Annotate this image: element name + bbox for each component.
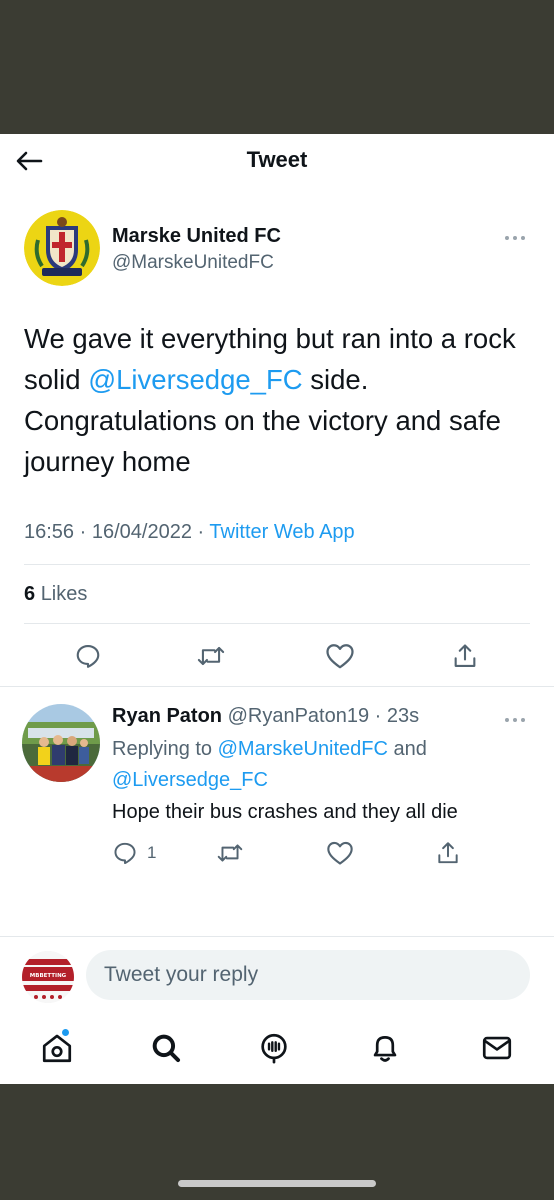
like-icon xyxy=(326,644,354,669)
spaces-icon xyxy=(261,1033,287,1064)
author-name[interactable]: Marske United FC xyxy=(112,225,281,248)
replying-to: Replying to @MarskeUnitedFC and @Liversed… xyxy=(112,734,512,796)
tweet-text: We gave it everything but ran into a roc… xyxy=(24,318,534,482)
divider xyxy=(0,686,554,687)
reply-avatar[interactable] xyxy=(22,704,100,782)
retweet-button[interactable] xyxy=(196,642,226,670)
reply-reply-button[interactable]: 1 xyxy=(112,839,156,867)
tweet-source-link[interactable]: Twitter Web App xyxy=(209,521,354,543)
reply-button[interactable] xyxy=(74,642,102,670)
tweet-date: 16/04/2022 xyxy=(91,521,192,543)
replying-mention-1[interactable]: @MarskeUnitedFC xyxy=(218,738,388,760)
likes-summary[interactable]: 6 Likes xyxy=(24,583,87,606)
search-icon xyxy=(152,1034,181,1063)
reply-age: 23s xyxy=(386,705,420,727)
replying-prefix: Replying to xyxy=(112,738,218,760)
club-crest-icon xyxy=(24,210,100,286)
share-icon xyxy=(454,644,476,667)
reply-avatar-photo xyxy=(22,704,100,782)
page-title: Tweet xyxy=(246,147,308,172)
replying-and: and xyxy=(387,738,427,760)
reply-author-name[interactable]: Ryan Paton xyxy=(112,705,222,727)
reply-separator: · xyxy=(369,705,387,727)
share-icon xyxy=(438,842,458,864)
reply-retweet-button[interactable] xyxy=(216,839,244,867)
meta-separator: · xyxy=(79,521,87,543)
my-avatar-logo-text: MBBETTING xyxy=(30,973,67,979)
reply-header: Ryan Paton @RyanPaton19 · 23s xyxy=(112,705,419,728)
reply-share-button[interactable] xyxy=(435,839,461,867)
reply-count: 1 xyxy=(147,843,157,862)
tab-search[interactable] xyxy=(148,1030,184,1066)
reply-more-button[interactable] xyxy=(504,710,526,728)
my-avatar-image: MBBETTING xyxy=(22,951,74,1003)
tweet-screen: Tweet Marske United FC @MarskeUnitedFC W… xyxy=(0,134,554,1084)
divider xyxy=(24,623,530,624)
tab-messages[interactable] xyxy=(479,1030,515,1066)
share-button[interactable] xyxy=(451,642,479,670)
tweet-mention-link[interactable]: @Liversedge_FC xyxy=(88,364,302,395)
retweet-icon xyxy=(217,844,243,862)
author-avatar[interactable] xyxy=(24,210,100,286)
author-handle[interactable]: @MarskeUnitedFC xyxy=(112,252,274,274)
tab-spaces[interactable] xyxy=(256,1030,292,1066)
home-icon xyxy=(42,1034,72,1063)
like-icon xyxy=(327,841,353,865)
home-notification-dot xyxy=(61,1028,70,1037)
reply-actions: 1 xyxy=(0,839,554,867)
like-button[interactable] xyxy=(325,642,355,670)
tweet-actions xyxy=(0,642,554,670)
header: Tweet xyxy=(0,134,554,188)
divider xyxy=(24,564,530,565)
bottom-tab-bar xyxy=(0,1024,554,1074)
likes-count: 6 xyxy=(24,583,36,605)
more-icon xyxy=(505,236,525,240)
reply-icon xyxy=(114,842,136,865)
reply-author-handle[interactable]: @RyanPaton19 xyxy=(228,705,370,727)
replying-mention-2[interactable]: @Liversedge_FC xyxy=(112,769,268,791)
more-options-button[interactable] xyxy=(504,228,526,246)
top-status-band xyxy=(0,0,554,134)
tweet-meta: 16:56 · 16/04/2022 · Twitter Web App xyxy=(24,521,355,544)
reply-text: Hope their bus crashes and they all die xyxy=(112,801,458,823)
home-indicator[interactable] xyxy=(178,1180,376,1187)
messages-icon xyxy=(482,1036,512,1060)
notifications-icon xyxy=(373,1036,397,1062)
tweet-time: 16:56 xyxy=(24,521,75,543)
divider xyxy=(0,936,554,937)
reply-icon xyxy=(76,645,100,668)
tab-home[interactable] xyxy=(39,1028,75,1066)
my-avatar[interactable]: MBBETTING xyxy=(22,951,74,1003)
likes-label: Likes xyxy=(40,583,88,605)
tab-notifications[interactable] xyxy=(367,1030,403,1066)
reply-like-button[interactable] xyxy=(326,839,354,867)
meta-separator-2: · xyxy=(197,521,205,543)
reply-input-placeholder: Tweet your reply xyxy=(104,963,259,986)
reply-input[interactable]: Tweet your reply xyxy=(86,950,530,1000)
more-icon xyxy=(505,718,525,722)
retweet-icon xyxy=(197,646,225,666)
